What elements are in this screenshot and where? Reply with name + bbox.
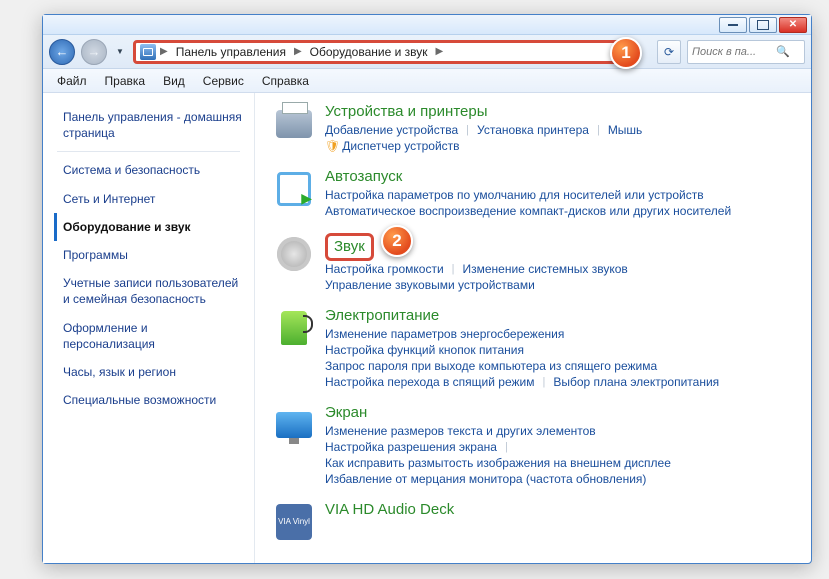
search-box[interactable]: 🔍: [687, 40, 805, 64]
section-title-via[interactable]: VIA HD Audio Deck: [325, 501, 454, 518]
annotation-callout-2: 2: [381, 225, 413, 257]
sound-highlight-box: Звук: [325, 233, 374, 261]
sidebar-item-ease[interactable]: Специальные возможности: [57, 386, 254, 414]
history-dropdown-icon[interactable]: ▼: [113, 42, 127, 62]
section-power: Электропитание Изменение параметров энер…: [273, 307, 799, 390]
link-flicker[interactable]: Избавление от мерцания монитора (частота…: [325, 471, 646, 487]
chevron-right-icon[interactable]: ▶: [434, 46, 446, 57]
close-button[interactable]: ✕: [779, 17, 807, 33]
section-autorun: Автозапуск Настройка параметров по умолч…: [273, 168, 799, 219]
link-device-manager[interactable]: Диспетчер устройств: [342, 138, 459, 154]
monitor-icon: [273, 404, 315, 446]
link-power-buttons[interactable]: Настройка функций кнопок питания: [325, 342, 524, 358]
title-bar: ✕: [43, 15, 811, 35]
section-via-audio: VIA Vinyl VIA HD Audio Deck: [273, 501, 799, 543]
breadcrumb-current[interactable]: Оборудование и звук: [306, 43, 432, 61]
link-audio-devices[interactable]: Управление звуковыми устройствами: [325, 277, 535, 293]
menu-help[interactable]: Справка: [254, 72, 317, 90]
link-power-password[interactable]: Запрос пароля при выходе компьютера из с…: [325, 358, 657, 374]
sidebar-item-hardware[interactable]: Оборудование и звук: [54, 213, 254, 241]
sidebar-item-network[interactable]: Сеть и Интернет: [57, 185, 254, 213]
battery-icon: [273, 307, 315, 349]
menu-tools[interactable]: Сервис: [195, 72, 252, 90]
back-button[interactable]: ←: [49, 39, 75, 65]
window-body: Панель управления - домашняя страница Си…: [43, 93, 811, 563]
autoplay-icon: [273, 168, 315, 210]
breadcrumb-root[interactable]: Панель управления: [172, 43, 290, 61]
menu-bar: Файл Правка Вид Сервис Справка: [43, 69, 811, 93]
link-autorun-defaults[interactable]: Настройка параметров по умолчанию для но…: [325, 187, 704, 203]
section-title-power[interactable]: Электропитание: [325, 307, 439, 324]
chevron-right-icon[interactable]: ▶: [158, 46, 170, 57]
link-volume[interactable]: Настройка громкости: [325, 261, 444, 277]
link-install-printer[interactable]: Установка принтера: [477, 122, 589, 138]
link-add-device[interactable]: Добавление устройства: [325, 122, 458, 138]
section-sound: Звук 2 Настройка громкости| Изменение си…: [273, 233, 799, 293]
link-power-save[interactable]: Изменение параметров энергосбережения: [325, 326, 564, 342]
sidebar-home[interactable]: Панель управления - домашняя страница: [57, 103, 254, 147]
sidebar: Панель управления - домашняя страница Си…: [43, 93, 255, 563]
link-power-plan[interactable]: Выбор плана электропитания: [553, 374, 719, 390]
link-autorun-cd[interactable]: Автоматическое воспроизведение компакт-д…: [325, 203, 731, 219]
content-area: Устройства и принтеры Добавление устройс…: [255, 93, 811, 563]
divider: [57, 151, 240, 152]
navigation-bar: ← → ▼ ▶ Панель управления ▶ Оборудование…: [43, 35, 811, 69]
forward-button[interactable]: →: [81, 39, 107, 65]
search-icon[interactable]: 🔍: [776, 45, 790, 58]
shield-icon: 🛡: [325, 139, 340, 153]
section-devices: Устройства и принтеры Добавление устройс…: [273, 103, 799, 154]
link-blur-fix[interactable]: Как исправить размытость изображения на …: [325, 455, 671, 471]
section-screen: Экран Изменение размеров текста и других…: [273, 404, 799, 487]
chevron-right-icon[interactable]: ▶: [292, 46, 304, 57]
link-power-sleep[interactable]: Настройка перехода в спящий режим: [325, 374, 534, 390]
via-icon: VIA Vinyl: [273, 501, 315, 543]
search-input[interactable]: [692, 46, 772, 58]
sidebar-item-programs[interactable]: Программы: [57, 241, 254, 269]
menu-view[interactable]: Вид: [155, 72, 193, 90]
menu-file[interactable]: Файл: [49, 72, 95, 90]
minimize-button[interactable]: [719, 17, 747, 33]
refresh-button[interactable]: ⟳: [657, 40, 681, 64]
speaker-icon: [273, 233, 315, 275]
link-system-sounds[interactable]: Изменение системных звуков: [463, 261, 628, 277]
control-panel-icon: [140, 44, 156, 60]
section-title-screen[interactable]: Экран: [325, 404, 367, 421]
annotation-callout-1: 1: [610, 37, 642, 69]
link-resolution[interactable]: Настройка разрешения экрана: [325, 439, 497, 455]
section-title-autorun[interactable]: Автозапуск: [325, 168, 402, 185]
sidebar-item-clock[interactable]: Часы, язык и регион: [57, 358, 254, 386]
link-mouse[interactable]: Мышь: [608, 122, 643, 138]
sidebar-item-accounts[interactable]: Учетные записи пользователей и семейная …: [57, 269, 254, 313]
maximize-button[interactable]: [749, 17, 777, 33]
link-text-size[interactable]: Изменение размеров текста и других элеме…: [325, 423, 596, 439]
control-panel-window: ✕ ← → ▼ ▶ Панель управления ▶ Оборудован…: [42, 14, 812, 564]
sidebar-item-appearance[interactable]: Оформление и персонализация: [57, 314, 254, 358]
section-title-devices[interactable]: Устройства и принтеры: [325, 103, 487, 120]
sidebar-item-system[interactable]: Система и безопасность: [57, 156, 254, 184]
section-title-sound[interactable]: Звук: [334, 238, 365, 255]
printer-icon: [273, 103, 315, 145]
address-bar[interactable]: ▶ Панель управления ▶ Оборудование и зву…: [133, 40, 623, 64]
menu-edit[interactable]: Правка: [97, 72, 154, 90]
